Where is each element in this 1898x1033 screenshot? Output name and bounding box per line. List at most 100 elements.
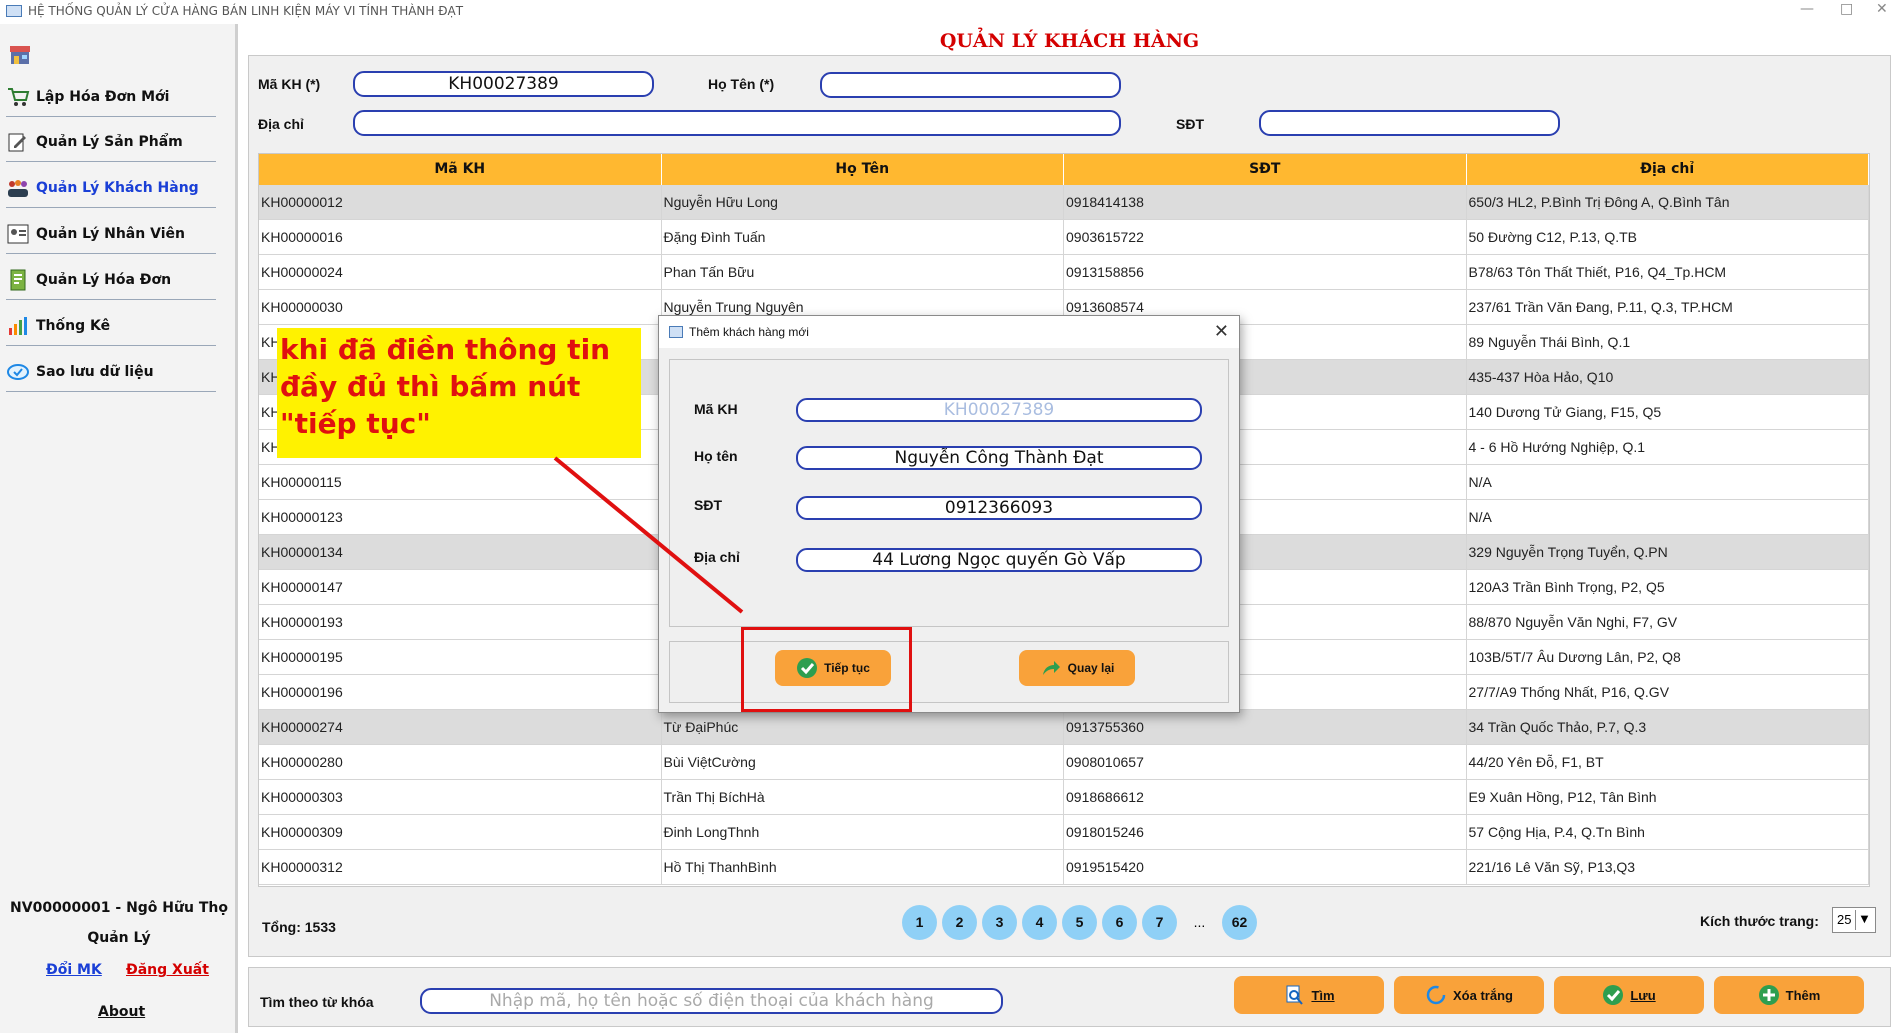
ma-kh-label: Mã KH (*) bbox=[258, 76, 321, 92]
page-button-1[interactable]: 1 bbox=[902, 905, 937, 940]
cell-ma-kh: KH00000123 bbox=[259, 500, 662, 534]
cell-sdt: 0913755360 bbox=[1064, 710, 1467, 744]
save-button[interactable]: Lưu bbox=[1554, 976, 1704, 1014]
back-button[interactable]: Quay lại bbox=[1019, 650, 1135, 686]
annotation-callout: khi đã điền thông tin đầy đủ thì bấm nút… bbox=[277, 328, 641, 458]
cell-dia-chi: 435-437 Hòa Hảo, Q10 bbox=[1467, 360, 1869, 394]
sidebar-item-customers[interactable]: Quản Lý Khách Hàng bbox=[6, 168, 216, 208]
cell-ho-ten: Nguyễn Hữu Long bbox=[662, 185, 1064, 219]
clear-button-label: Xóa trắng bbox=[1453, 987, 1513, 1003]
about-link[interactable]: About bbox=[98, 1004, 145, 1020]
page-button-62[interactable]: 62 bbox=[1222, 905, 1257, 940]
current-user: NV00000001 - Ngô Hữu Thọ bbox=[10, 900, 228, 916]
change-password-link[interactable]: Đổi MK bbox=[46, 962, 102, 978]
column-header-ho-ten[interactable]: Họ Tên bbox=[662, 154, 1064, 185]
table-row[interactable]: KH00000303 Trần Thị BíchHà 0918686612 E9 Xu… bbox=[259, 780, 1869, 815]
cell-dia-chi: 140 Dương Tử Giang, F15, Q5 bbox=[1467, 395, 1869, 429]
sidebar-item-label: Quản Lý Sản Phẩm bbox=[36, 133, 183, 150]
sidebar-item-invoices[interactable]: Quản Lý Hóa Đơn bbox=[6, 260, 216, 300]
dialog-ho-ten-field[interactable]: Nguyễn Công Thành Đạt bbox=[796, 446, 1202, 470]
cell-dia-chi: 103B/5T/7 Âu Dương Lân, P2, Q8 bbox=[1467, 640, 1869, 674]
cell-dia-chi: N/A bbox=[1467, 500, 1869, 534]
page-title: QUẢN LÝ KHÁCH HÀNG bbox=[939, 30, 1200, 52]
dialog-sdt-label: SĐT bbox=[694, 497, 722, 513]
logout-link[interactable]: Đăng Xuất bbox=[126, 962, 209, 978]
search-label: Tìm theo từ khóa bbox=[260, 994, 374, 1010]
dialog-dia-chi-field[interactable]: 44 Lương Ngọc quyến Gò Vấp bbox=[796, 548, 1202, 572]
cell-sdt: 0918686612 bbox=[1064, 780, 1467, 814]
sidebar-item-statistics[interactable]: Thống Kê bbox=[6, 306, 216, 346]
cell-ma-kh: KH00000115 bbox=[259, 465, 662, 499]
page-button-2[interactable]: 2 bbox=[942, 905, 977, 940]
cart-icon bbox=[8, 87, 30, 106]
table-row[interactable]: KH00000274 Từ ĐạiPhúc 0913755360 34 Trần Qu… bbox=[259, 710, 1869, 745]
page-size-select[interactable]: 25 ▼ bbox=[1832, 907, 1876, 933]
employee-icon bbox=[7, 224, 29, 243]
annotation-highlight-box bbox=[741, 627, 912, 712]
user-role: Quản Lý bbox=[87, 930, 151, 946]
dialog-title: Thêm khách hàng mới bbox=[689, 325, 809, 339]
window-title: HỆ THỐNG QUẢN LÝ CỬA HÀNG BÁN LINH KIỆN … bbox=[28, 4, 464, 18]
table-row[interactable]: KH00000309 Đinh LongThnh 0918015246 57 Cộng… bbox=[259, 815, 1869, 850]
dialog-dia-chi-label: Địa chỉ bbox=[694, 549, 740, 565]
edit-icon bbox=[8, 133, 26, 151]
cell-ma-kh: KH00000193 bbox=[259, 605, 662, 639]
window-titlebar: HỆ THỐNG QUẢN LÝ CỬA HÀNG BÁN LINH KIỆN … bbox=[0, 0, 1898, 24]
search-button-label: Tìm bbox=[1311, 987, 1335, 1003]
cell-sdt: 0918414138 bbox=[1064, 185, 1467, 219]
clear-button[interactable]: Xóa trắng bbox=[1394, 976, 1544, 1014]
dialog-sdt-field[interactable]: 0912366093 bbox=[796, 496, 1202, 520]
search-input[interactable]: Nhập mã, họ tên hoặc số điện thoại của k… bbox=[420, 988, 1003, 1014]
add-button-label: Thêm bbox=[1785, 987, 1821, 1003]
cell-ma-kh: KH00000024 bbox=[259, 255, 662, 289]
page-button-3[interactable]: 3 bbox=[982, 905, 1017, 940]
table-row[interactable]: KH00000012 Nguyễn Hữu Long 0918414138 650/3… bbox=[259, 185, 1869, 220]
cell-dia-chi: N/A bbox=[1467, 465, 1869, 499]
ho-ten-label: Họ Tên (*) bbox=[708, 76, 775, 92]
maximize-icon[interactable]: □ bbox=[1840, 1, 1853, 17]
page-size-label: Kích thước trang: bbox=[1700, 913, 1819, 929]
cell-dia-chi: 120A3 Trần Bình Trọng, P2, Q5 bbox=[1467, 570, 1869, 604]
dia-chi-field[interactable] bbox=[353, 110, 1121, 136]
table-row[interactable]: KH00000024 Phan Tấn Bữu 0913158856 B78/63 T… bbox=[259, 255, 1869, 290]
cell-ma-kh: KH00000274 bbox=[259, 710, 662, 744]
page-button-7[interactable]: 7 bbox=[1142, 905, 1177, 940]
cell-dia-chi: 4 - 6 Hồ Hướng Nghiệp, Q.1 bbox=[1467, 430, 1869, 464]
sidebar-item-employees[interactable]: Quản Lý Nhân Viên bbox=[6, 214, 216, 254]
sidebar-item-backup[interactable]: Sao lưu dữ liệu bbox=[6, 352, 216, 392]
table-row[interactable]: KH00000016 Đặng Đình Tuấn 0903615722 50 Đườ… bbox=[259, 220, 1869, 255]
column-header-sdt[interactable]: SĐT bbox=[1064, 154, 1467, 185]
ho-ten-field[interactable] bbox=[820, 72, 1121, 98]
page-button-4[interactable]: 4 bbox=[1022, 905, 1057, 940]
column-header-ma-kh[interactable]: Mã KH bbox=[259, 154, 662, 185]
chevron-down-icon[interactable]: ▼ bbox=[1855, 910, 1873, 930]
table-row[interactable]: KH00000312 Hồ Thị ThanhBình 0919515420 221/… bbox=[259, 850, 1869, 885]
cell-sdt: 0913158856 bbox=[1064, 255, 1467, 289]
cell-dia-chi: 50 Đường C12, P.13, Q.TB bbox=[1467, 220, 1869, 254]
page-button-6[interactable]: 6 bbox=[1102, 905, 1137, 940]
minimize-icon[interactable]: — bbox=[1800, 1, 1814, 17]
cell-ma-kh: KH00000280 bbox=[259, 745, 662, 779]
store-logo-icon bbox=[10, 46, 30, 64]
table-row[interactable]: KH00000280 Bùi ViệtCường 0908010657 44/20 Y… bbox=[259, 745, 1869, 780]
pagination-ellipsis: ... bbox=[1193, 914, 1206, 930]
customers-icon bbox=[8, 179, 28, 197]
column-header-dia-chi[interactable]: Địa chỉ bbox=[1467, 154, 1869, 185]
cell-ma-kh: KH00000030 bbox=[259, 290, 662, 324]
dialog-close-icon[interactable]: ✕ bbox=[1214, 321, 1229, 342]
cell-ho-ten: Trần Thị BíchHà bbox=[662, 780, 1064, 814]
page-button-5[interactable]: 5 bbox=[1062, 905, 1097, 940]
forward-arrow-icon bbox=[1042, 661, 1060, 675]
sdt-label: SĐT bbox=[1176, 116, 1204, 132]
close-icon[interactable]: ✕ bbox=[1876, 1, 1888, 17]
sidebar-item-label: Quản Lý Khách Hàng bbox=[36, 179, 199, 196]
add-button[interactable]: Thêm bbox=[1714, 976, 1864, 1014]
sidebar-item-products[interactable]: Quản Lý Sản Phẩm bbox=[6, 122, 216, 162]
cell-dia-chi: 34 Trần Quốc Thảo, P.7, Q.3 bbox=[1467, 710, 1869, 744]
sdt-field[interactable] bbox=[1259, 110, 1560, 136]
sidebar-item-label: Quản Lý Hóa Đơn bbox=[36, 271, 172, 288]
search-button[interactable]: Tìm bbox=[1234, 976, 1384, 1014]
sidebar-item-label: Lập Hóa Đơn Mới bbox=[36, 88, 170, 105]
sidebar-item-create-invoice[interactable]: Lập Hóa Đơn Mới bbox=[6, 77, 216, 117]
ma-kh-field[interactable]: KH00027389 bbox=[353, 71, 654, 97]
